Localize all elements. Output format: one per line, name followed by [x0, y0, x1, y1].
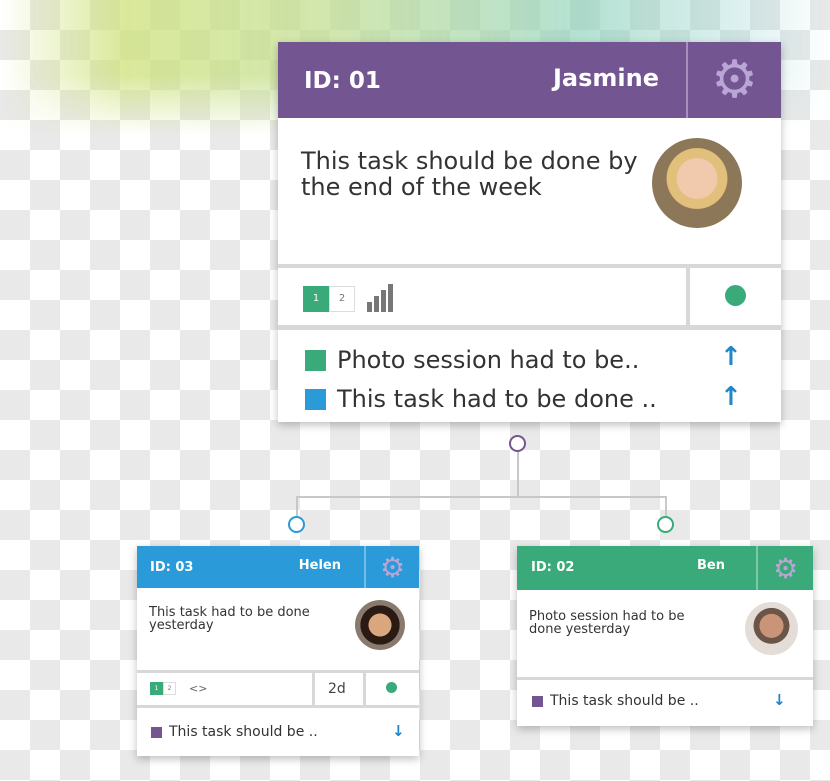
- divider: [517, 677, 813, 680]
- subtask-item[interactable]: This task should be ..: [532, 693, 699, 709]
- divider: [686, 268, 690, 325]
- task-card-ben[interactable]: ID: 02 Ben ⚙ Photo session had to be done…: [517, 546, 813, 726]
- card-header: ID: 03 Helen ⚙: [137, 546, 419, 588]
- page-2[interactable]: 2: [163, 682, 176, 695]
- divider: [312, 673, 315, 705]
- arrow-up-icon[interactable]: ↑: [720, 382, 742, 412]
- code-icon[interactable]: <>: [189, 682, 207, 695]
- assignee-name: Helen: [298, 558, 341, 573]
- gear-icon: ⚙: [379, 550, 406, 584]
- task-card-helen[interactable]: ID: 03 Helen ⚙ This task had to be done y…: [137, 546, 419, 756]
- avatar[interactable]: [745, 602, 798, 655]
- duration: 2d: [328, 681, 346, 697]
- gear-icon: ⚙: [711, 50, 758, 110]
- card-header: ID: 02 Ben ⚙: [517, 546, 813, 590]
- page-1[interactable]: 1: [150, 682, 163, 695]
- divider: [278, 325, 781, 330]
- subtask-item[interactable]: This task should be ..: [151, 724, 318, 740]
- connector-line: [517, 450, 519, 498]
- connector-node[interactable]: [509, 435, 526, 452]
- connector-node[interactable]: [657, 516, 674, 533]
- assignee-name: Ben: [697, 558, 725, 573]
- connector-node[interactable]: [288, 516, 305, 533]
- task-id: ID: 02: [531, 560, 575, 575]
- color-square: [305, 388, 326, 410]
- task-card-jasmine[interactable]: ID: 01 Jasmine ⚙ This task should be don…: [278, 42, 781, 422]
- arrow-up-icon[interactable]: ↑: [720, 342, 742, 372]
- bar-chart-icon[interactable]: [367, 284, 393, 312]
- status-dot: [725, 285, 746, 306]
- task-description: This task had to be done yesterday: [149, 605, 310, 633]
- connector-line: [665, 496, 667, 518]
- settings-button[interactable]: ⚙: [756, 546, 813, 590]
- divider: [137, 670, 419, 673]
- connector-line: [296, 496, 666, 498]
- avatar[interactable]: [652, 138, 742, 228]
- color-square: [305, 349, 326, 371]
- task-id: ID: 03: [150, 560, 194, 575]
- avatar[interactable]: [355, 600, 405, 650]
- color-square: [532, 695, 543, 707]
- task-description: Photo session had to be done yesterday: [529, 609, 685, 637]
- divider: [363, 673, 366, 705]
- card-header: ID: 01 Jasmine ⚙: [278, 42, 781, 118]
- arrow-down-icon[interactable]: ↓: [773, 691, 786, 709]
- page-2[interactable]: 2: [329, 286, 355, 312]
- settings-button[interactable]: ⚙: [364, 546, 419, 588]
- pagination: 1 2: [303, 284, 393, 312]
- gear-icon: ⚙: [772, 551, 799, 585]
- task-id: ID: 01: [304, 68, 381, 94]
- subtask-item[interactable]: Photo session had to be..: [305, 346, 639, 374]
- color-square: [151, 726, 162, 738]
- divider: [137, 705, 419, 708]
- arrow-down-icon[interactable]: ↓: [392, 722, 405, 740]
- task-description: This task should be done by the end of th…: [301, 147, 638, 201]
- settings-button[interactable]: ⚙: [686, 42, 781, 118]
- subtask-item[interactable]: This task had to be done ..: [305, 385, 657, 413]
- status-dot: [386, 682, 397, 693]
- pagination: 1 2 <>: [150, 682, 207, 695]
- page-1[interactable]: 1: [303, 286, 329, 312]
- connector-line: [296, 496, 298, 518]
- divider: [278, 264, 781, 268]
- assignee-name: Jasmine: [552, 64, 659, 92]
